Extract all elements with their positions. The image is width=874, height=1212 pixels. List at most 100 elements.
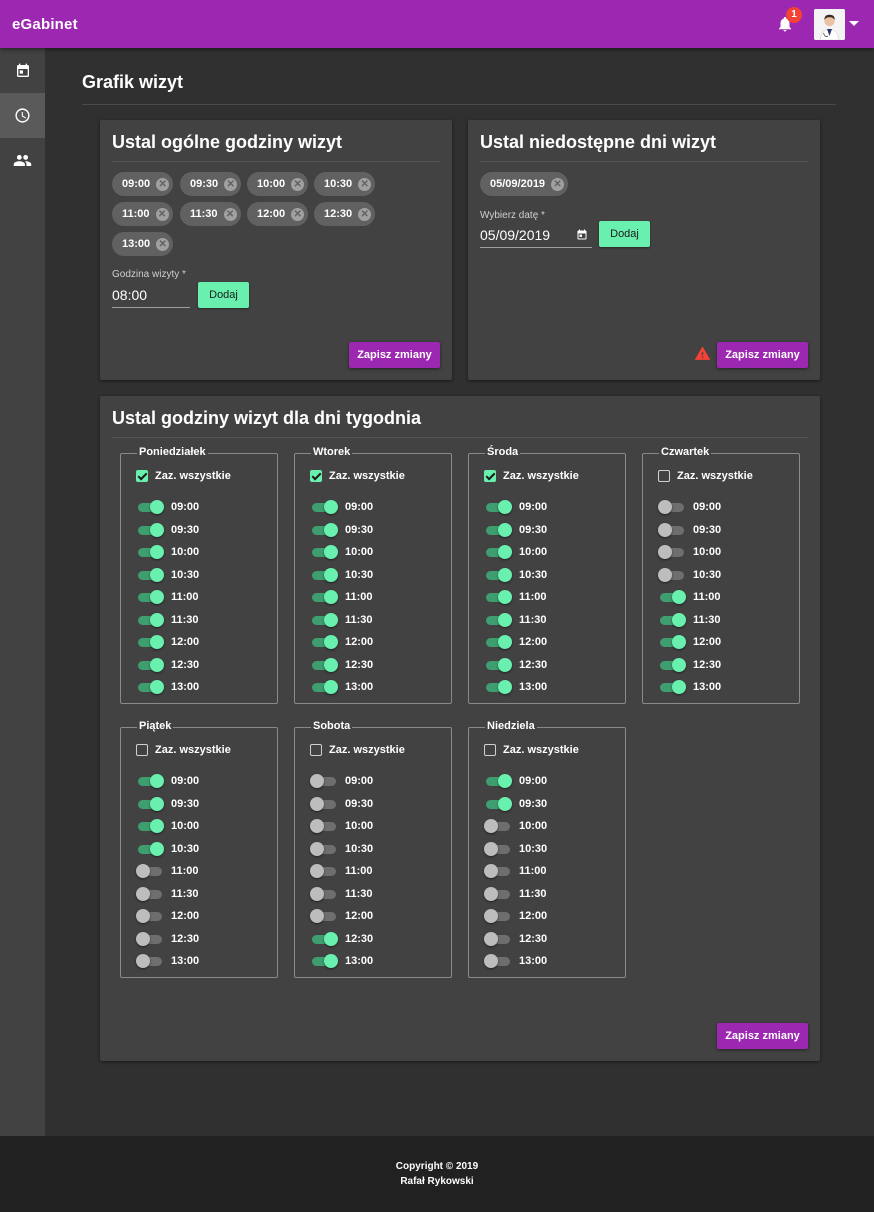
- hour-toggle-switch[interactable]: [658, 522, 686, 537]
- checkbox-checked-icon[interactable]: [310, 470, 322, 482]
- remove-chip-icon[interactable]: ✕: [291, 177, 305, 191]
- hour-toggle-row[interactable]: 11:30: [658, 612, 721, 627]
- hour-toggle-switch[interactable]: [136, 612, 164, 627]
- hour-toggle-row[interactable]: 13:00: [310, 680, 373, 694]
- user-avatar[interactable]: [814, 9, 845, 40]
- hour-toggle-row[interactable]: 11:00: [658, 590, 721, 604]
- checkbox-checked-icon[interactable]: [484, 470, 496, 482]
- hour-toggle-row[interactable]: 11:00: [136, 864, 199, 878]
- hour-toggle-switch[interactable]: [484, 635, 512, 649]
- hour-toggle-switch[interactable]: [136, 590, 164, 604]
- select-all-checkbox[interactable]: Zaz. wszystkie: [136, 744, 231, 756]
- hour-toggle-switch[interactable]: [136, 522, 164, 537]
- hour-toggle-row[interactable]: 11:30: [484, 886, 547, 901]
- hour-toggle-row[interactable]: 11:30: [484, 612, 547, 627]
- add-hour-button[interactable]: Dodaj: [198, 282, 249, 308]
- hour-toggle-switch[interactable]: [136, 841, 164, 856]
- hour-toggle-switch[interactable]: [136, 567, 164, 582]
- hour-toggle-switch[interactable]: [310, 545, 338, 559]
- hour-toggle-switch[interactable]: [658, 680, 686, 694]
- hour-toggle-row[interactable]: 11:00: [484, 590, 547, 604]
- hour-toggle-switch[interactable]: [484, 500, 512, 514]
- remove-chip-icon[interactable]: ✕: [224, 177, 238, 191]
- hour-toggle-switch[interactable]: [484, 545, 512, 559]
- sidebar-item-calendar[interactable]: [0, 48, 45, 93]
- hour-toggle-row[interactable]: 13:00: [658, 680, 721, 694]
- hour-toggle-switch[interactable]: [136, 774, 164, 788]
- hour-toggle-row[interactable]: 13:00: [484, 680, 547, 694]
- remove-chip-icon[interactable]: ✕: [223, 207, 237, 221]
- hour-toggle-switch[interactable]: [484, 796, 512, 811]
- hour-toggle-switch[interactable]: [310, 522, 338, 537]
- hour-toggle-switch[interactable]: [310, 567, 338, 582]
- hour-toggle-row[interactable]: 09:00: [136, 774, 199, 788]
- hour-toggle-switch[interactable]: [136, 931, 164, 946]
- hour-toggle-switch[interactable]: [310, 590, 338, 604]
- hour-toggle-switch[interactable]: [484, 931, 512, 946]
- hour-toggle-switch[interactable]: [310, 886, 338, 901]
- hour-toggle-switch[interactable]: [310, 612, 338, 627]
- hour-toggle-row[interactable]: 09:30: [136, 796, 199, 811]
- hour-toggle-row[interactable]: 12:30: [484, 931, 547, 946]
- hour-toggle-switch[interactable]: [310, 931, 338, 946]
- hour-toggle-row[interactable]: 09:30: [310, 522, 373, 537]
- hour-toggle-switch[interactable]: [136, 545, 164, 559]
- hour-toggle-row[interactable]: 10:00: [310, 819, 373, 833]
- remove-chip-icon[interactable]: ✕: [358, 177, 372, 191]
- hour-toggle-switch[interactable]: [484, 819, 512, 833]
- sidebar-item-schedule[interactable]: [0, 93, 45, 138]
- hour-toggle-row[interactable]: 10:00: [136, 545, 199, 559]
- hour-toggle-switch[interactable]: [484, 774, 512, 788]
- remove-chip-icon[interactable]: ✕: [358, 207, 372, 221]
- hour-toggle-row[interactable]: 09:30: [136, 522, 199, 537]
- select-all-checkbox[interactable]: Zaz. wszystkie: [310, 744, 405, 756]
- hour-toggle-switch[interactable]: [310, 796, 338, 811]
- hour-toggle-switch[interactable]: [658, 612, 686, 627]
- account-menu-caret-icon[interactable]: [849, 21, 859, 26]
- hour-toggle-switch[interactable]: [136, 864, 164, 878]
- hour-toggle-row[interactable]: 11:30: [136, 886, 199, 901]
- hour-toggle-row[interactable]: 11:30: [310, 886, 373, 901]
- hour-toggle-switch[interactable]: [136, 954, 164, 968]
- checkbox-empty-icon[interactable]: [484, 744, 496, 756]
- hour-toggle-switch[interactable]: [484, 612, 512, 627]
- hour-toggle-switch[interactable]: [658, 590, 686, 604]
- hour-toggle-row[interactable]: 12:00: [136, 635, 199, 649]
- hour-toggle-row[interactable]: 10:00: [136, 819, 199, 833]
- hour-toggle-row[interactable]: 09:00: [484, 500, 547, 514]
- select-all-checkbox[interactable]: Zaz. wszystkie: [136, 470, 231, 482]
- hour-toggle-row[interactable]: 11:00: [484, 864, 547, 878]
- hour-toggle-row[interactable]: 12:30: [658, 657, 721, 672]
- hour-toggle-row[interactable]: 10:30: [484, 841, 547, 856]
- hour-toggle-switch[interactable]: [484, 954, 512, 968]
- hour-toggle-switch[interactable]: [310, 909, 338, 923]
- hour-toggle-switch[interactable]: [310, 864, 338, 878]
- hour-toggle-switch[interactable]: [658, 567, 686, 582]
- hour-toggle-row[interactable]: 09:30: [310, 796, 373, 811]
- hour-toggle-row[interactable]: 10:00: [484, 819, 547, 833]
- hour-toggle-row[interactable]: 11:00: [310, 590, 373, 604]
- hour-toggle-row[interactable]: 11:00: [310, 864, 373, 878]
- hour-toggle-switch[interactable]: [658, 500, 686, 514]
- hour-toggle-switch[interactable]: [136, 500, 164, 514]
- hour-toggle-switch[interactable]: [658, 635, 686, 649]
- remove-chip-icon[interactable]: ✕: [156, 177, 170, 191]
- hour-toggle-row[interactable]: 12:30: [310, 931, 373, 946]
- hour-toggle-switch[interactable]: [310, 841, 338, 856]
- hour-toggle-row[interactable]: 11:30: [136, 612, 199, 627]
- hour-toggle-row[interactable]: 12:00: [136, 909, 199, 923]
- hour-toggle-row[interactable]: 12:30: [136, 931, 199, 946]
- hour-toggle-row[interactable]: 09:30: [484, 522, 547, 537]
- hour-input[interactable]: [112, 286, 190, 308]
- hour-toggle-row[interactable]: 12:00: [658, 635, 721, 649]
- hour-toggle-row[interactable]: 10:30: [310, 841, 373, 856]
- hour-toggle-row[interactable]: 12:00: [310, 909, 373, 923]
- hour-toggle-switch[interactable]: [310, 819, 338, 833]
- remove-chip-icon[interactable]: ✕: [155, 207, 169, 221]
- hour-toggle-switch[interactable]: [484, 680, 512, 694]
- app-brand[interactable]: eGabinet: [12, 16, 78, 33]
- hour-toggle-switch[interactable]: [658, 657, 686, 672]
- remove-chip-icon[interactable]: ✕: [156, 237, 170, 251]
- hour-toggle-switch[interactable]: [310, 657, 338, 672]
- hour-toggle-switch[interactable]: [484, 590, 512, 604]
